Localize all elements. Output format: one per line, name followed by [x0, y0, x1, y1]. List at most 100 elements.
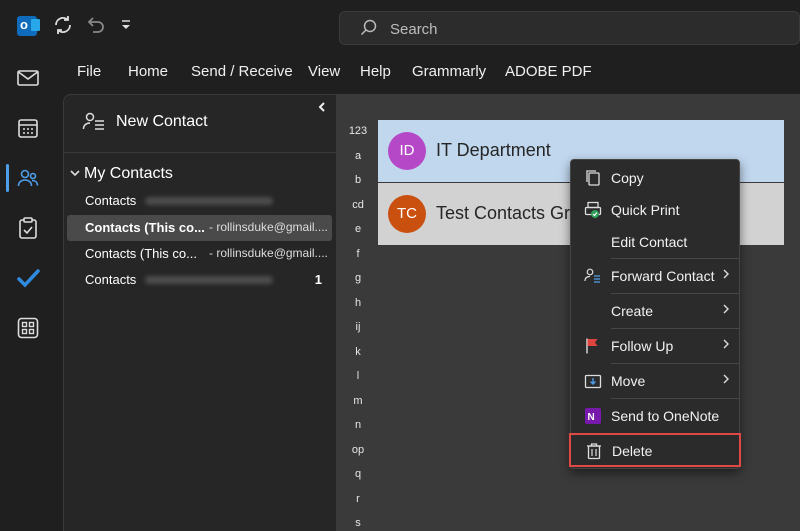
menu-send-receive[interactable]: Send / Receive: [191, 63, 293, 80]
quick-access-dropdown-icon[interactable]: [114, 14, 138, 38]
menu-delete[interactable]: Delete: [569, 433, 741, 467]
menu-help[interactable]: Help: [360, 63, 391, 80]
new-contact-label: New Contact: [116, 113, 208, 130]
index-letter[interactable]: n: [336, 419, 380, 431]
title-bar: o: [0, 0, 800, 56]
index-letter[interactable]: q: [336, 468, 380, 480]
menu-follow-up[interactable]: Follow Up: [571, 331, 739, 361]
folder-address: - rollinsduke@gmail....: [209, 246, 328, 260]
index-letter[interactable]: a: [336, 150, 380, 162]
folder-contacts-this-computer-2[interactable]: Contacts (This co... - rollinsduke@gmail…: [67, 241, 332, 267]
flag-icon: [586, 338, 598, 354]
calendar-nav-button[interactable]: [0, 106, 56, 150]
menu-home[interactable]: Home: [128, 63, 168, 80]
index-letter[interactable]: 123: [336, 125, 380, 137]
contact-name: Test Contacts Gro: [436, 203, 581, 223]
menu-move[interactable]: Move: [571, 366, 739, 396]
chevron-down-icon: [70, 168, 84, 181]
calendar-icon: [18, 119, 38, 138]
index-letter[interactable]: e: [336, 223, 380, 235]
menu-follow-up-label: Follow Up: [611, 338, 674, 354]
todo-check-icon: [17, 269, 40, 288]
index-letter[interactable]: h: [336, 297, 380, 309]
menu-edit-contact[interactable]: Edit Contact: [571, 227, 739, 257]
menu-separator: [611, 398, 739, 399]
menu-adobe-pdf[interactable]: ADOBE PDF: [505, 63, 592, 80]
menu-quick-print[interactable]: Quick Print: [571, 195, 739, 225]
index-letter[interactable]: g: [336, 272, 380, 284]
menu-create[interactable]: Create: [571, 296, 739, 326]
folder-contacts-2[interactable]: Contacts 1: [67, 267, 332, 293]
redacted-address: [145, 276, 273, 284]
menu-view[interactable]: View: [308, 63, 340, 80]
index-letter[interactable]: k: [336, 346, 380, 358]
move-folder-icon: [584, 374, 602, 389]
menu-bar: File Home Send / Receive View Help Gramm…: [56, 56, 800, 92]
folder-address: - rollinsduke@gmail....: [209, 220, 328, 234]
avatar: TC: [388, 195, 426, 233]
contact-name: IT Department: [436, 140, 551, 160]
menu-grammarly[interactable]: Grammarly: [412, 63, 486, 80]
menu-copy[interactable]: Copy: [571, 163, 739, 193]
avatar: ID: [388, 132, 426, 170]
my-contacts-group[interactable]: My Contacts: [70, 165, 173, 183]
index-letter[interactable]: l: [336, 370, 380, 382]
sync-icon[interactable]: [51, 14, 75, 38]
menu-forward-contact-label: Forward Contact: [611, 268, 715, 284]
menu-edit-contact-label: Edit Contact: [611, 234, 688, 250]
copy-icon: [586, 170, 600, 186]
tasks-nav-button[interactable]: [0, 206, 56, 250]
index-letter[interactable]: f: [336, 248, 380, 260]
index-letter[interactable]: op: [336, 444, 380, 456]
redacted-address: [145, 197, 273, 205]
folder-name: Contacts (This co...: [85, 220, 205, 235]
menu-forward-contact[interactable]: Forward Contact: [571, 261, 739, 291]
alphabet-index: 123 a b cd e f g h ij k l m n op q r s: [336, 94, 378, 531]
search-input[interactable]: [390, 17, 770, 41]
context-menu: Copy Quick Print Edit Contact Forward Co…: [569, 159, 741, 469]
menu-quick-print-label: Quick Print: [611, 202, 680, 218]
people-nav-button[interactable]: [0, 156, 56, 200]
chevron-right-icon: [721, 267, 731, 283]
unread-count: 1: [314, 272, 322, 287]
mail-nav-button[interactable]: [0, 56, 56, 100]
todo-nav-button[interactable]: [0, 256, 56, 300]
undo-icon[interactable]: [83, 14, 107, 38]
menu-separator: [611, 293, 739, 294]
menu-send-to-onenote-label: Send to OneNote: [611, 408, 720, 424]
navigation-rail: [0, 56, 56, 531]
index-letter[interactable]: cd: [336, 199, 380, 211]
menu-separator: [611, 258, 739, 259]
search-icon: [360, 19, 377, 36]
menu-separator: [611, 363, 739, 364]
apps-nav-button[interactable]: [0, 306, 56, 350]
index-letter[interactable]: m: [336, 395, 380, 407]
menu-move-label: Move: [611, 373, 646, 389]
search-box[interactable]: [339, 11, 800, 45]
outlook-logo-icon: o: [17, 16, 40, 36]
menu-create-label: Create: [611, 303, 654, 319]
folder-name: Contacts: [85, 272, 137, 287]
chevron-right-icon: [721, 372, 731, 388]
onenote-icon: N: [585, 408, 601, 424]
chevron-right-icon: [721, 302, 731, 318]
folder-contacts-this-computer-1[interactable]: Contacts (This co... - rollinsduke@gmail…: [67, 215, 332, 241]
folder-pane: New Contact My Contacts Contacts Contact…: [63, 94, 337, 531]
folder-contacts-1[interactable]: Contacts: [67, 188, 332, 214]
index-letter[interactable]: s: [336, 517, 380, 529]
menu-separator: [611, 328, 739, 329]
index-letter[interactable]: b: [336, 174, 380, 186]
apps-grid-icon: [17, 317, 39, 339]
divider: [64, 152, 337, 153]
folder-name: Contacts (This co...: [85, 246, 197, 261]
menu-delete-label: Delete: [612, 443, 653, 459]
svg-text:N: N: [588, 412, 595, 423]
trash-icon: [587, 443, 601, 460]
index-letter[interactable]: ij: [336, 321, 380, 333]
index-letter[interactable]: r: [336, 493, 380, 505]
collapse-pane-chevron-icon[interactable]: [316, 101, 330, 115]
menu-copy-label: Copy: [611, 170, 644, 186]
menu-file[interactable]: File: [77, 63, 101, 80]
menu-send-to-onenote[interactable]: N Send to OneNote: [571, 401, 739, 431]
add-person-icon: [82, 112, 104, 130]
